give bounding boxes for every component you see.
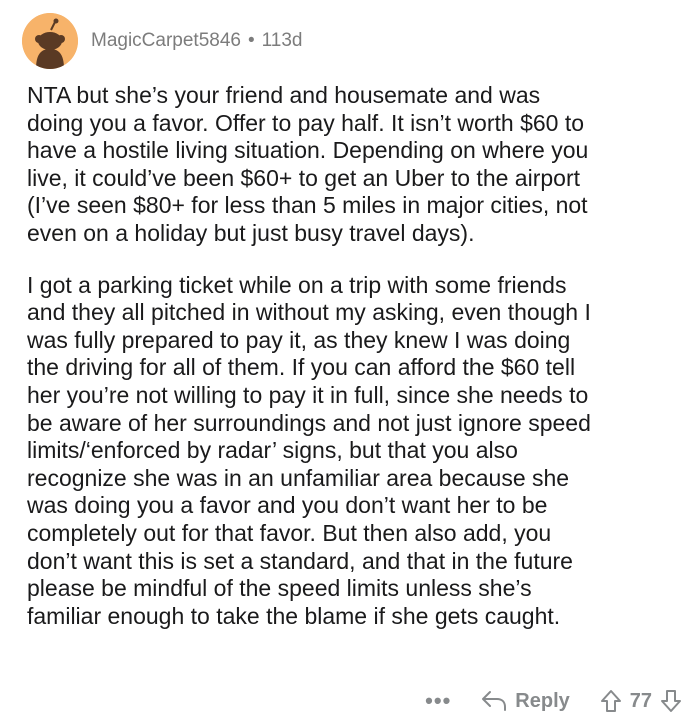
vote-controls: 77	[600, 689, 682, 713]
more-options-button[interactable]: •••	[425, 690, 451, 712]
comment-meta: MagicCarpet5846 • 113d	[91, 30, 303, 52]
comment-header: MagicCarpet5846 • 113d	[22, 13, 303, 69]
author-name[interactable]: MagicCarpet5846	[91, 30, 241, 52]
comment-actions: ••• Reply 77	[425, 684, 682, 718]
vote-count: 77	[629, 689, 652, 712]
comment-body: NTA but she’s your friend and housemate …	[27, 82, 685, 654]
meta-separator: •	[247, 30, 255, 51]
comment-age: 113d	[261, 30, 303, 51]
reply-label: Reply	[515, 689, 570, 712]
comment: MagicCarpet5846 • 113d NTA but she’s you…	[0, 0, 700, 728]
avatar[interactable]	[22, 13, 78, 69]
comment-paragraph: I got a parking ticket while on a trip w…	[27, 271, 591, 629]
downvote-arrow-icon[interactable]	[660, 689, 682, 713]
upvote-arrow-icon[interactable]	[600, 689, 622, 713]
snoo-avatar-icon	[22, 13, 78, 69]
comment-paragraph: NTA but she’s your friend and housemate …	[27, 82, 589, 246]
reply-arrow-icon	[482, 691, 507, 711]
reply-button[interactable]: Reply	[481, 689, 570, 713]
